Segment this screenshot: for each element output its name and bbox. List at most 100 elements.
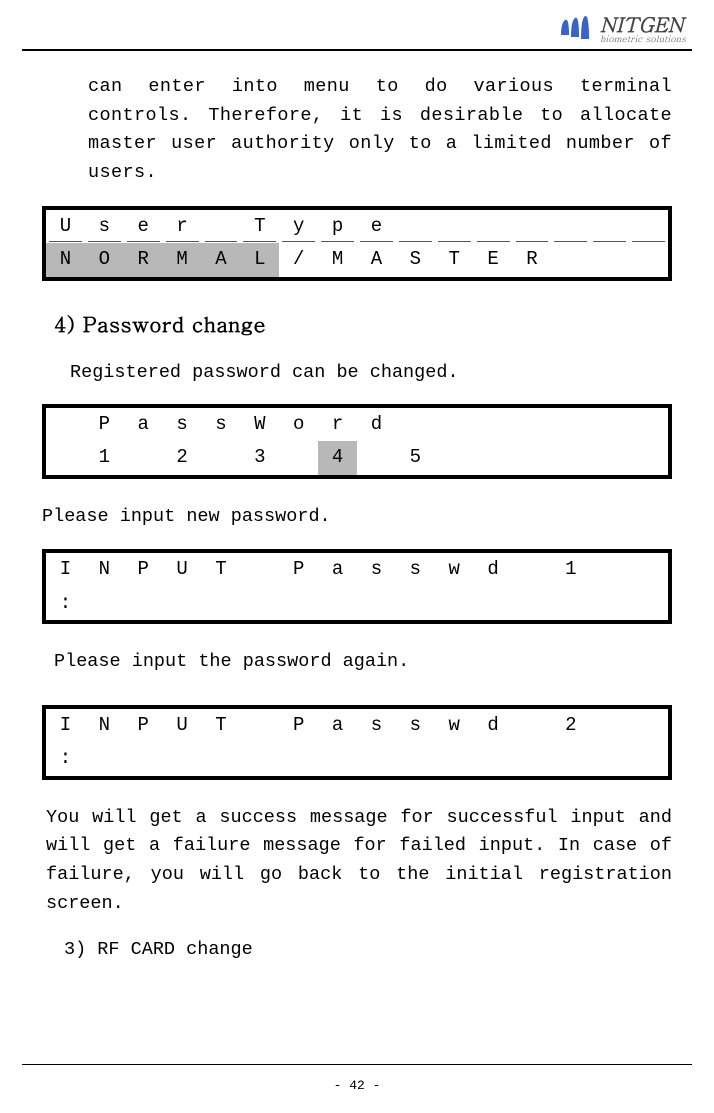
lcd-cell: s [202,408,241,441]
lcd-cell: e [357,210,396,243]
lcd-cell [46,441,85,474]
lcd-cell [629,553,668,586]
lcd-user-type: User Type NORMAL/MASTER [42,206,672,281]
lcd-cell [474,210,513,243]
lcd-cell [513,408,552,441]
lcd-cell [124,441,163,474]
lcd-cell: T [202,709,241,742]
lcd-cell: 3 [240,441,279,474]
lcd-cell: T [202,553,241,586]
lcd-cell [629,742,668,775]
lcd-cell: P [124,553,163,586]
lcd-cell: P [85,408,124,441]
logo-bars-icon [560,15,594,43]
lcd-cell [513,709,552,742]
header: NITGEN biometric solutions [0,0,714,49]
lcd-cell [435,210,474,243]
lcd-cell [590,243,629,276]
lcd-cell: R [513,243,552,276]
lcd-cell [202,587,241,620]
section-4-text: Registered password can be changed. [70,359,672,388]
lcd-cell [629,408,668,441]
lcd-cell [551,408,590,441]
lcd-cell [629,441,668,474]
lcd-cell: r [318,408,357,441]
lcd-cell: P [124,709,163,742]
lcd-cell [629,210,668,243]
page-number: - 42 - [0,1078,714,1093]
lcd-cell: d [474,553,513,586]
lcd-cell: L [240,243,279,276]
lcd-cell [551,243,590,276]
lcd-cell: e [124,210,163,243]
lcd-cell: U [163,553,202,586]
lcd-cell [474,441,513,474]
lcd-cell [396,742,435,775]
bottom-divider [22,1064,692,1065]
lcd-cell: s [396,709,435,742]
logo-tagline: biometric solutions [600,34,686,43]
lcd-cell [590,742,629,775]
lcd-cell: T [435,243,474,276]
lcd-cell: / [279,243,318,276]
section-3-heading: 3) RF CARD change [64,936,672,965]
lcd-cell [357,441,396,474]
lcd-cell [551,742,590,775]
lcd-cell [435,441,474,474]
lcd-cell: A [357,243,396,276]
lcd-cell [396,587,435,620]
lcd-cell [474,587,513,620]
lcd-cell: U [46,210,85,243]
lcd-cell: d [474,709,513,742]
lcd-cell [590,553,629,586]
lcd-cell [474,742,513,775]
lcd-cell: S [396,243,435,276]
lcd-cell: P [279,553,318,586]
lcd-cell: R [124,243,163,276]
lcd-cell [513,210,552,243]
lcd-cell [85,587,124,620]
lcd-cell: E [474,243,513,276]
lcd-cell: 2 [551,709,590,742]
intro-paragraph: can enter into menu to do various termin… [88,73,672,188]
lcd-cell [590,587,629,620]
lcd-cell: s [163,408,202,441]
lcd-cell: T [240,210,279,243]
lcd-password: PassWord 1 2 3 4 5 [42,404,672,479]
lcd-cell [590,408,629,441]
lcd-cell: s [396,553,435,586]
lcd-cell [240,742,279,775]
lcd-cell [396,408,435,441]
lcd-cell [163,587,202,620]
lcd-cell [590,441,629,474]
lcd-cell [590,210,629,243]
lcd-cell: r [163,210,202,243]
lcd-cell: I [46,709,85,742]
lcd-cell [318,587,357,620]
lcd-cell: a [124,408,163,441]
lcd-cell [396,210,435,243]
lcd-cell [513,441,552,474]
result-paragraph: You will get a success message for succe… [46,804,672,919]
lcd-cell [202,441,241,474]
lcd-cell [513,587,552,620]
lcd-cell: p [318,210,357,243]
lcd-cell [551,441,590,474]
section-4-heading: 4) Password change [54,307,672,340]
lcd-cell: : [46,742,85,775]
lcd-cell [435,408,474,441]
lcd-cell [202,742,241,775]
lcd-cell [163,742,202,775]
lcd-cell [551,210,590,243]
lcd-cell [474,408,513,441]
lcd-cell [279,742,318,775]
logo: NITGEN biometric solutions [560,14,686,43]
lcd-cell [629,243,668,276]
lcd-cell [551,587,590,620]
lcd-cell: W [240,408,279,441]
logo-brand-text: NITGEN [600,14,686,34]
lcd-cell: a [318,553,357,586]
lcd-cell [85,742,124,775]
lcd-cell [240,709,279,742]
lcd-cell: : [46,587,85,620]
